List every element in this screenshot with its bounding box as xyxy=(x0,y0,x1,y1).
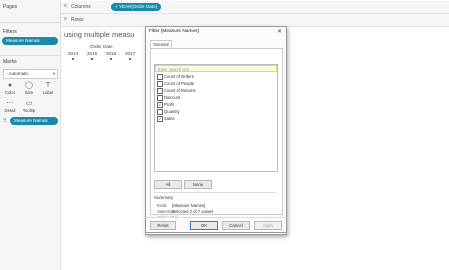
label-label: Label xyxy=(42,90,54,95)
list-item[interactable]: Count of Orders xyxy=(155,74,275,81)
year-header[interactable]: 2014 xyxy=(68,51,78,56)
rows-icon: ≡ xyxy=(64,16,67,22)
mark-type-value: Automatic xyxy=(8,71,29,76)
filter-dialog: Filter [Measure Names] ✕ General Enter s… xyxy=(145,26,287,235)
list-item[interactable]: Quantity xyxy=(155,109,275,116)
checkbox-checked[interactable]: ✓ xyxy=(157,102,163,108)
tooltip-label: Tooltip xyxy=(22,108,36,113)
color-button[interactable]: ● Color xyxy=(2,81,18,99)
general-tab-panel: Enter search text Count of Orders Count … xyxy=(150,48,283,215)
columns-label: Columns xyxy=(71,4,91,10)
divider xyxy=(0,55,60,56)
dialog-title: Filter [Measure Names] xyxy=(149,29,199,34)
filters-title: Filters xyxy=(3,29,17,35)
detail-label: Detail xyxy=(4,108,16,113)
apply-button[interactable]: Apply xyxy=(254,221,282,230)
value-list[interactable]: Enter search text Count of Orders Count … xyxy=(154,64,278,172)
dialog-button-bar: Reset OK Cancel Apply xyxy=(145,217,287,233)
list-item[interactable]: ✓ Profit xyxy=(155,102,275,109)
checkbox[interactable] xyxy=(157,88,163,94)
ok-button[interactable]: OK xyxy=(190,221,218,230)
dialog-titlebar[interactable]: Filter [Measure Names] ✕ xyxy=(146,27,286,37)
columns-pill-year-order-date[interactable]: + YEAR(Order Date) xyxy=(111,3,162,11)
size-button[interactable]: ◯ Size xyxy=(21,81,37,99)
year-header[interactable]: 2017 xyxy=(125,51,135,56)
detail-button[interactable]: ⋯ Detail xyxy=(2,99,18,117)
color-icon: ● xyxy=(7,82,13,89)
checkbox-checked[interactable]: ✓ xyxy=(157,116,163,122)
data-mark[interactable] xyxy=(129,58,131,60)
chevron-down-icon: ▾ xyxy=(52,71,55,76)
list-item[interactable]: Count of Returns xyxy=(155,88,275,95)
divider xyxy=(0,22,60,23)
list-item[interactable]: ✓ Sales xyxy=(155,116,275,123)
checkbox[interactable] xyxy=(157,109,163,115)
checkbox[interactable] xyxy=(157,74,163,80)
year-header[interactable]: 2015 xyxy=(87,51,97,56)
rows-label: Rows xyxy=(71,17,84,23)
marks-pill-measure-names[interactable]: Measure Names xyxy=(10,117,58,125)
list-item-label: Count of Returns xyxy=(164,88,196,93)
filter-pill-measure-names[interactable]: Measure Names xyxy=(2,37,58,45)
marks-title: Marks xyxy=(3,59,17,65)
data-mark[interactable] xyxy=(110,58,112,60)
list-item[interactable]: Count of People xyxy=(155,81,275,88)
mark-type-dropdown[interactable]: ▫ Automatic ▾ xyxy=(3,69,58,79)
cancel-button[interactable]: Cancel xyxy=(222,221,250,230)
checkbox[interactable] xyxy=(157,81,163,87)
summary-title: Summary xyxy=(154,195,174,200)
list-item-label: Sales xyxy=(164,116,175,121)
pages-title: Pages xyxy=(3,4,18,10)
data-mark[interactable] xyxy=(72,58,74,60)
columns-shelf[interactable]: ≡ Columns + YEAR(Order Date) xyxy=(61,1,449,14)
tooltip-button[interactable]: ▭ Tooltip xyxy=(21,99,37,117)
all-button[interactable]: All xyxy=(154,180,182,189)
search-input[interactable]: Enter search text xyxy=(155,65,277,72)
mark-type-icon: ▫ xyxy=(6,71,8,76)
list-item-label: Profit xyxy=(164,102,174,107)
columns-icon: ≡ xyxy=(64,3,67,9)
color-encoding-icon: ⠿ xyxy=(3,118,7,124)
close-icon[interactable]: ✕ xyxy=(277,28,282,35)
label-button[interactable]: T Label xyxy=(40,81,56,99)
color-label: Color xyxy=(4,90,16,95)
summary-value: Selected 2 of 7 values xyxy=(172,209,214,214)
list-item-label: Discount xyxy=(164,95,181,100)
year-header[interactable]: 2016 xyxy=(106,51,116,56)
list-item[interactable]: Discount xyxy=(155,95,275,102)
list-item-label: Count of Orders xyxy=(164,74,194,79)
sheet-title: using multiple measu xyxy=(64,30,135,39)
side-panel: Pages Filters Measure Names Marks ▫ Auto… xyxy=(0,0,61,270)
data-mark[interactable] xyxy=(91,58,93,60)
reset-button[interactable]: Reset xyxy=(150,221,176,230)
year-headers: 2014 2015 2016 2017 xyxy=(68,51,143,60)
none-button[interactable]: None xyxy=(184,180,212,189)
tooltip-icon: ▭ xyxy=(25,100,33,107)
summary-value: [Measure Names] xyxy=(172,203,206,208)
size-icon: ◯ xyxy=(25,82,33,89)
list-item-label: Quantity xyxy=(164,109,180,114)
detail-icon: ⋯ xyxy=(6,100,14,107)
list-item-label: Count of People xyxy=(164,81,195,86)
column-header-order-date: Order Date xyxy=(90,44,113,49)
label-icon: T xyxy=(45,82,51,89)
size-label: Size xyxy=(24,90,34,95)
checkbox[interactable] xyxy=(157,95,163,101)
